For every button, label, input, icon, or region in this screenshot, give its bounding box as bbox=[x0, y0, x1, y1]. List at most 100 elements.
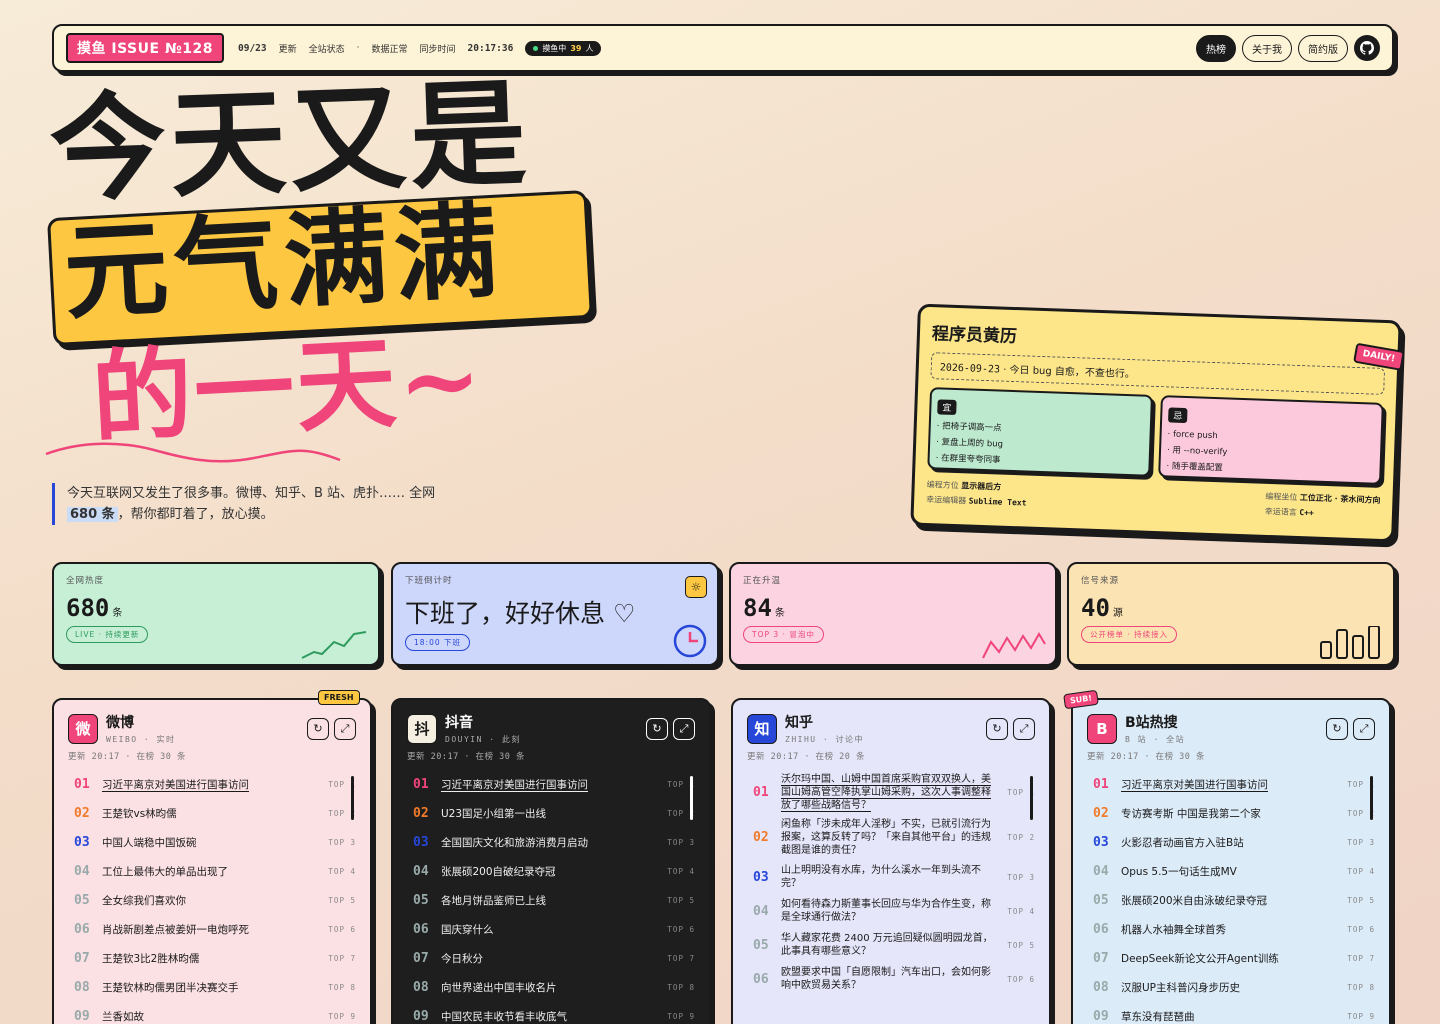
list-item[interactable]: 02 闲鱼称「涉未成年人淫秽」不实，已就引流行为报案，这算反转了吗？「来自其他平台… bbox=[753, 815, 1035, 860]
site-status-label: 全站状态 bbox=[308, 44, 345, 55]
list-item[interactable]: 01 习近平离京对美国进行国事访问 TOP 1 bbox=[1093, 770, 1375, 799]
item-title[interactable]: 王楚钦vs林昀儒 bbox=[102, 806, 314, 821]
list-item[interactable]: 09 兰香如故 TOP 9 bbox=[74, 1002, 356, 1024]
item-title[interactable]: 习近平离京对美国进行国事访问 bbox=[1121, 777, 1333, 792]
item-title[interactable]: 兰香如故 bbox=[102, 1009, 314, 1024]
scrollbar[interactable] bbox=[1030, 776, 1033, 820]
scrollbar[interactable] bbox=[690, 776, 693, 820]
list-item[interactable]: 09 草东没有琵琶曲 TOP 9 bbox=[1093, 1002, 1375, 1024]
item-title[interactable]: 汉服UP主科普闪身步历史 bbox=[1121, 980, 1333, 995]
list-item[interactable]: 01 沃尔玛中国、山姆中国首席采购官双双换人，美国山姆高管空降执掌山姆采购，这次人… bbox=[753, 770, 1035, 815]
list-item[interactable]: 09 中国农民丰收节看丰收底气 TOP 9 bbox=[413, 1002, 695, 1024]
nav-about[interactable]: 关于我 bbox=[1242, 34, 1292, 62]
refresh-icon[interactable]: ↻ bbox=[986, 717, 1008, 740]
list-item[interactable]: 03 全国国庆文化和旅游消费月启动 TOP 3 bbox=[413, 828, 695, 857]
list-item[interactable]: 05 各地月饼品鉴师已上线 TOP 5 bbox=[413, 886, 695, 915]
list-item[interactable]: 01 习近平离京对美国进行国事访问 TOP 1 bbox=[413, 770, 695, 799]
top-rank-label: TOP 3 bbox=[1007, 872, 1035, 882]
list-item[interactable]: 06 肖战新剧差点被姜妍一电炮呼死 TOP 6 bbox=[74, 915, 356, 944]
item-title[interactable]: 欧盟要求中国「自愿限制」汽车出口，会如何影响中欧贸易关系？ bbox=[781, 966, 993, 992]
github-icon[interactable] bbox=[1354, 35, 1380, 61]
list-item[interactable]: 06 欧盟要求中国「自愿限制」汽车出口，会如何影响中欧贸易关系？ TOP 6 bbox=[753, 962, 1035, 996]
fresh-badge: FRESH bbox=[318, 690, 360, 705]
list-item[interactable]: 06 机器人水袖舞全球首秀 TOP 6 bbox=[1093, 915, 1375, 944]
list-item[interactable]: 04 Opus 5.5一句话生成MV TOP 4 bbox=[1093, 857, 1375, 886]
item-title[interactable]: 习近平离京对美国进行国事访问 bbox=[441, 777, 653, 792]
item-title[interactable]: 闲鱼称「涉未成年人淫秽」不实，已就引流行为报案，这算反转了吗？「来自其他平台」的… bbox=[781, 818, 993, 857]
item-title[interactable]: 全国国庆文化和旅游消费月启动 bbox=[441, 835, 653, 850]
item-title[interactable]: 中国人端稳中国饭碗 bbox=[102, 835, 314, 850]
item-title[interactable]: DeepSeek新论文公开Agent训练 bbox=[1121, 951, 1333, 966]
item-title[interactable]: 机器人水袖舞全球首秀 bbox=[1121, 922, 1333, 937]
item-title[interactable]: 如何看待森力斯董事长回应与华为合作生变，称是全球通行做法？ bbox=[781, 898, 993, 924]
rank-number: 07 bbox=[1093, 951, 1109, 966]
list-item[interactable]: 08 汉服UP主科普闪身步历史 TOP 8 bbox=[1093, 973, 1375, 1002]
foot-value: 工位正北 · 茶水间方向 bbox=[1299, 493, 1381, 505]
issue-badge[interactable]: 摸鱼 ISSUE №128 bbox=[66, 33, 224, 63]
list-item[interactable]: 05 华人藏家花费 2400 万元追回疑似圆明园龙首，此事具有哪些意义？ TOP 5 bbox=[753, 928, 1035, 962]
list-item[interactable]: 06 国庆穿什么 TOP 6 bbox=[413, 915, 695, 944]
nav-simple[interactable]: 简约版 bbox=[1298, 34, 1348, 62]
item-title[interactable]: 山上明明没有水库，为什么溪水一年到头流不完？ bbox=[781, 864, 993, 890]
refresh-icon[interactable]: ↻ bbox=[646, 717, 668, 740]
scrollbar[interactable] bbox=[351, 776, 354, 820]
list-item[interactable]: 05 张展硕200米自由泳破纪录夺冠 TOP 5 bbox=[1093, 886, 1375, 915]
list-item[interactable]: 08 王楚钦林昀儒男团半决赛交手 TOP 8 bbox=[74, 973, 356, 1002]
rank-number: 06 bbox=[753, 971, 769, 987]
item-title[interactable]: U23国足小组第一出线 bbox=[441, 806, 653, 821]
almanac-footer: 编程方位 显示器后方 幸运编辑器 Sublime Text 编程坐位 工位正北 … bbox=[926, 477, 1381, 523]
list-item[interactable]: 05 全女综我们喜欢你 TOP 5 bbox=[74, 886, 356, 915]
item-title[interactable]: 王楚钦林昀儒男团半决赛交手 bbox=[102, 980, 314, 995]
item-title[interactable]: 火影忍者动画官方入驻B站 bbox=[1121, 835, 1333, 850]
item-title[interactable]: 张展硕200米自由泳破纪录夺冠 bbox=[1121, 893, 1333, 908]
refresh-icon[interactable]: ↻ bbox=[307, 717, 329, 740]
douyin-logo-icon: 抖 bbox=[407, 713, 437, 744]
item-title[interactable]: 工位上最伟大的单品出现了 bbox=[102, 864, 314, 879]
list-item[interactable]: 08 向世界递出中国丰收名片 TOP 8 bbox=[413, 973, 695, 1002]
stat-unit: 源 bbox=[1112, 608, 1123, 619]
item-title[interactable]: 华人藏家花费 2400 万元追回疑似圆明园龙首，此事具有哪些意义？ bbox=[781, 932, 993, 958]
item-title[interactable]: 中国农民丰收节看丰收底气 bbox=[441, 1009, 653, 1024]
expand-icon[interactable]: ⤢ bbox=[1353, 717, 1375, 740]
list-item[interactable]: 07 今日秋分 TOP 7 bbox=[413, 944, 695, 973]
list-item[interactable]: 03 火影忍者动画官方入驻B站 TOP 3 bbox=[1093, 828, 1375, 857]
scrollbar[interactable] bbox=[1370, 776, 1373, 820]
item-title[interactable]: 习近平离京对美国进行国事访问 bbox=[102, 777, 314, 792]
stat-value: 40 源 bbox=[1081, 594, 1381, 622]
hot-list: 01 习近平离京对美国进行国事访问 TOP 1 02 专访赛考斯 中国是我第二个家 TOP… bbox=[1073, 762, 1389, 1024]
item-title[interactable]: 向世界递出中国丰收名片 bbox=[441, 980, 653, 995]
item-title[interactable]: 沃尔玛中国、山姆中国首席采购官双双换人，美国山姆高管空降执掌山姆采购，这次人事调… bbox=[781, 773, 993, 812]
list-item[interactable]: 04 如何看待森力斯董事长回应与华为合作生变，称是全球通行做法？ TOP 4 bbox=[753, 894, 1035, 928]
top-rank-label: TOP 6 bbox=[667, 925, 695, 934]
item-title[interactable]: 今日秋分 bbox=[441, 951, 653, 966]
nav-hot[interactable]: 热榜 bbox=[1196, 34, 1236, 62]
item-title[interactable]: 张展硕200自破纪录夺冠 bbox=[441, 864, 653, 879]
list-item[interactable]: 03 中国人端稳中国饭碗 TOP 3 bbox=[74, 828, 356, 857]
card-meta: 更新 20:17 · 在榜 30 条 bbox=[68, 752, 187, 762]
list-item[interactable]: 02 王楚钦vs林昀儒 TOP 2 bbox=[74, 799, 356, 828]
item-title[interactable]: 各地月饼品鉴师已上线 bbox=[441, 893, 653, 908]
list-item[interactable]: 02 专访赛考斯 中国是我第二个家 TOP 2 bbox=[1093, 799, 1375, 828]
tagline: 今天互联网又发生了很多事。微博、知乎、B 站、虎扑…… 全网 680 条，帮你都… bbox=[52, 483, 492, 525]
list-item[interactable]: 03 山上明明没有水库，为什么溪水一年到头流不完？ TOP 3 bbox=[753, 860, 1035, 894]
item-title[interactable]: 肖战新剧差点被姜妍一电炮呼死 bbox=[102, 922, 314, 937]
item-title[interactable]: 王楚钦3比2胜林昀儒 bbox=[102, 951, 314, 966]
list-item[interactable]: 04 工位上最伟大的单品出现了 TOP 4 bbox=[74, 857, 356, 886]
expand-icon[interactable]: ⤢ bbox=[334, 717, 356, 740]
zigzag-icon bbox=[982, 632, 1046, 659]
list-item[interactable]: 07 王楚钦3比2胜林昀儒 TOP 7 bbox=[74, 944, 356, 973]
item-title[interactable]: Opus 5.5一句话生成MV bbox=[1121, 864, 1333, 879]
item-title[interactable]: 草东没有琵琶曲 bbox=[1121, 1009, 1333, 1024]
expand-icon[interactable]: ⤢ bbox=[1013, 717, 1035, 740]
list-item[interactable]: 02 U23国足小组第一出线 TOP 2 bbox=[413, 799, 695, 828]
expand-icon[interactable]: ⤢ bbox=[673, 717, 695, 740]
item-title[interactable]: 全女综我们喜欢你 bbox=[102, 893, 314, 908]
list-item[interactable]: 01 习近平离京对美国进行国事访问 TOP 1 bbox=[74, 770, 356, 799]
refresh-icon[interactable]: ↻ bbox=[1326, 717, 1348, 740]
list-item[interactable]: 07 DeepSeek新论文公开Agent训练 TOP 7 bbox=[1093, 944, 1375, 973]
stat-chip: 公开榜单 · 持续接入 bbox=[1081, 626, 1178, 643]
item-title[interactable]: 专访赛考斯 中国是我第二个家 bbox=[1121, 806, 1333, 821]
list-item[interactable]: 04 张展硕200自破纪录夺冠 TOP 4 bbox=[413, 857, 695, 886]
card-title: 知乎 bbox=[785, 715, 813, 731]
item-title[interactable]: 国庆穿什么 bbox=[441, 922, 653, 937]
